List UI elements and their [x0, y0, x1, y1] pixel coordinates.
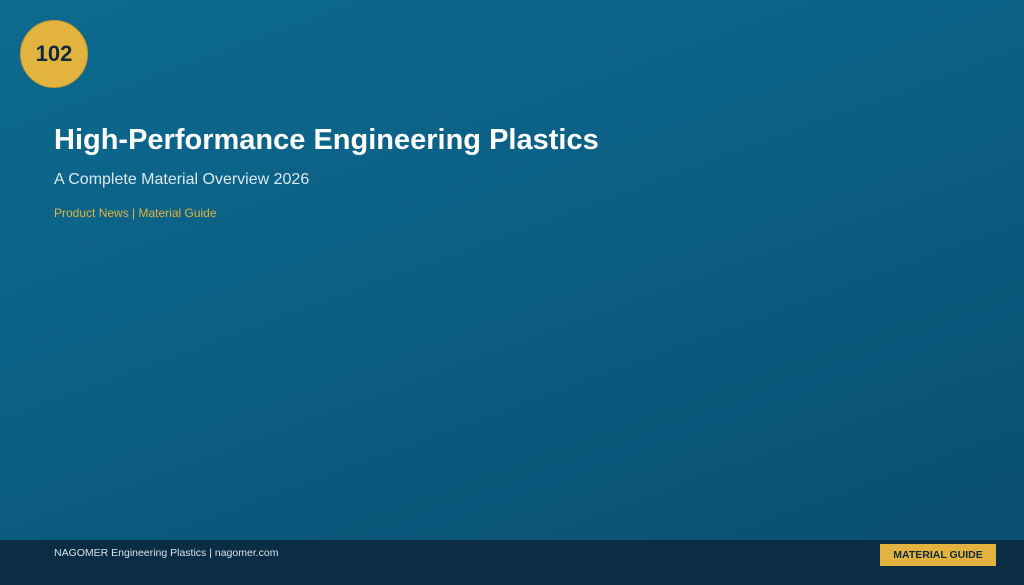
footer-bar: NAGOMER Engineering Plastics | nagomer.c…: [0, 540, 1024, 585]
page-subtitle: A Complete Material Overview 2026: [54, 171, 310, 188]
issue-number-badge: 102: [20, 20, 88, 88]
slide: 102 High-Performance Engineering Plastic…: [0, 0, 1024, 585]
issue-number: 102: [35, 41, 73, 66]
footer-credit: NAGOMER Engineering Plastics | nagomer.c…: [54, 547, 279, 559]
page-title: High-Performance Engineering Plastics: [54, 124, 599, 156]
material-guide-tag-label: MATERIAL GUIDE: [893, 549, 983, 561]
material-guide-tag: MATERIAL GUIDE: [880, 544, 996, 566]
category-line: Product News | Material Guide: [54, 206, 217, 220]
